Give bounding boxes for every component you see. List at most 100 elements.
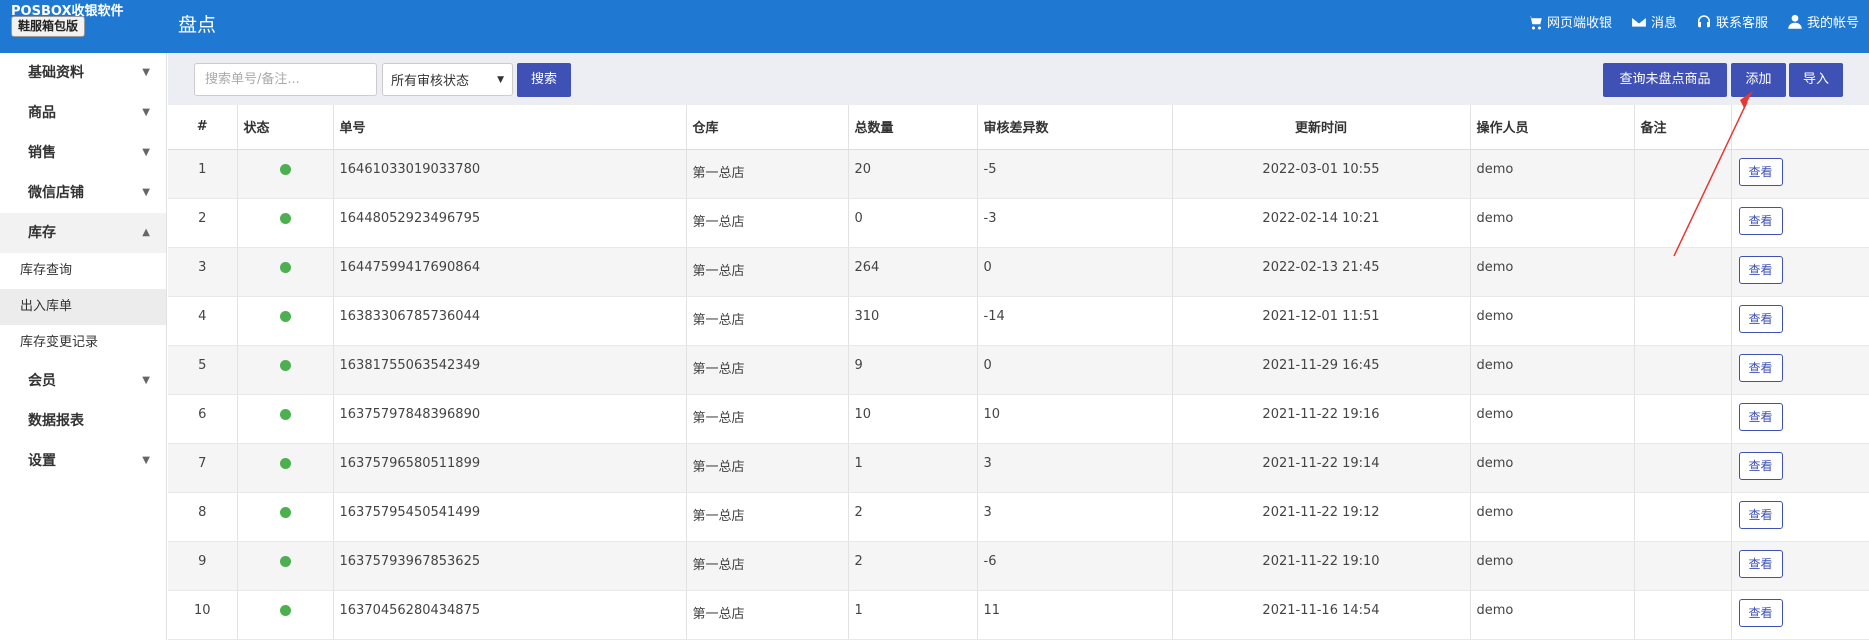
sidebar-item-sales[interactable]: 销售 ▼ [0,133,166,173]
cell-status [236,394,333,444]
cell-actions: 查看 [1730,492,1869,542]
nav-web-pos-label: 网页端收银 [1546,16,1612,31]
add-button[interactable]: 添加 [1731,63,1786,97]
cell-update-time: 2021-11-16 14:54 [1171,590,1470,640]
cell-note [1633,198,1731,248]
sidebar-subitem-stock-query[interactable]: 库存查询 [0,253,166,289]
chevron-down-icon: ▼ [142,455,150,466]
cell-note [1633,247,1731,297]
view-button[interactable]: 查看 [1738,157,1783,186]
view-button[interactable]: 查看 [1738,549,1783,578]
cell-operator: demo [1469,492,1634,542]
sidebar-subitem-stock-log[interactable]: 库存变更记录 [0,325,166,361]
status-dot-icon [279,359,291,371]
cart-icon [1528,15,1542,29]
table-row: 5 16381755063542349 第一总店 9 0 2021-11-29 16:45… [168,345,1869,395]
cell-warehouse: 第一总店 [685,492,848,542]
store-type-badge[interactable]: 鞋服箱包版 [11,16,86,37]
headset-icon [1697,14,1710,27]
cell-index: 3 [168,247,237,297]
table-row: 10 16370456280434875 第一总店 1 11 2021-11-16 14:… [168,590,1869,640]
main-content: 所有审核状态 ▼ 搜索 查询未盘点商品 添加 导入 # 状态 单号 仓库 总数量… [168,53,1869,640]
cell-update-time: 2021-11-22 19:10 [1171,541,1470,591]
view-button[interactable]: 查看 [1738,402,1783,431]
view-button[interactable]: 查看 [1738,304,1783,333]
sidebar-subitem-stock-io[interactable]: 出入库单 [0,289,166,325]
nav-web-pos[interactable]: 网页端收银 [1526,12,1612,31]
sidebar-item-settings[interactable]: 设置 ▼ [0,441,166,481]
chevron-down-icon: ▼ [142,187,150,198]
cell-index: 8 [168,492,237,542]
nav-support[interactable]: 联系客服 [1695,12,1768,31]
view-button[interactable]: 查看 [1738,500,1783,529]
col-header-index: # [168,105,237,150]
cell-actions: 查看 [1730,198,1869,248]
status-dot-icon [279,408,291,420]
cell-warehouse: 第一总店 [685,443,848,493]
top-header: POSBOX收银软件 鞋服箱包版 盘点 网页端收银 消息 联系客服 我的帐号 [0,0,1869,53]
cell-operator: demo [1469,394,1634,444]
cell-operator: demo [1469,443,1634,493]
cell-note [1633,590,1731,640]
status-dot-icon [279,261,291,273]
view-button[interactable]: 查看 [1738,451,1783,480]
cell-actions: 查看 [1730,443,1869,493]
sidebar-item-basic-data[interactable]: 基础资料 ▼ [0,53,166,93]
audit-status-select[interactable]: 所有审核状态 ▼ [382,63,513,96]
table-row: 7 16375796580511899 第一总店 1 3 2021-11-22 19:14… [168,443,1869,493]
cell-update-time: 2022-02-14 10:21 [1171,198,1470,248]
view-button[interactable]: 查看 [1738,353,1783,382]
import-button[interactable]: 导入 [1789,63,1843,97]
sidebar-item-inventory[interactable]: 库存 ▲ [0,213,166,253]
cell-actions: 查看 [1730,541,1869,591]
nav-messages[interactable]: 消息 [1630,12,1677,31]
cell-note [1633,492,1731,542]
col-header-diff: 审核差异数 [976,105,1172,150]
cell-diff: 10 [976,394,1172,444]
cell-actions: 查看 [1730,590,1869,640]
cell-update-time: 2021-11-22 19:14 [1171,443,1470,493]
cell-warehouse: 第一总店 [685,345,848,395]
user-icon [1788,14,1802,29]
table-row: 4 16383306785736044 第一总店 310 -14 2021-12-01 1… [168,296,1869,346]
cell-note [1633,345,1731,395]
search-input[interactable] [194,63,377,96]
cell-number: 16383306785736044 [332,296,686,346]
table-row: 2 16448052923496795 第一总店 0 -3 2022-02-14 10:2… [168,198,1869,248]
cell-diff: -5 [976,149,1172,199]
sidebar-item-wechat-store[interactable]: 微信店铺 ▼ [0,173,166,213]
cell-update-time: 2021-11-22 19:12 [1171,492,1470,542]
toolbar: 所有审核状态 ▼ 搜索 查询未盘点商品 添加 导入 [168,53,1869,105]
cell-actions: 查看 [1730,296,1869,346]
cell-update-time: 2021-11-29 16:45 [1171,345,1470,395]
cell-status [236,247,333,297]
sidebar-item-products[interactable]: 商品 ▼ [0,93,166,133]
status-dot-icon [279,604,291,616]
search-button[interactable]: 搜索 [517,63,571,97]
nav-account[interactable]: 我的帐号 [1786,12,1859,31]
view-button[interactable]: 查看 [1738,598,1783,627]
cell-total-qty: 20 [847,149,977,199]
view-button[interactable]: 查看 [1738,206,1783,235]
cell-number: 16375797848396890 [332,394,686,444]
cell-warehouse: 第一总店 [685,247,848,297]
nav-messages-label: 消息 [1650,16,1677,31]
cell-number: 16375793967853625 [332,541,686,591]
sidebar-item-members[interactable]: 会员 ▼ [0,361,166,401]
cell-number: 16447599417690864 [332,247,686,297]
cell-actions: 查看 [1730,345,1869,395]
cell-number: 16461033019033780 [332,149,686,199]
status-dot-icon [279,506,291,518]
cell-status [236,149,333,199]
query-uncounted-button[interactable]: 查询未盘点商品 [1603,63,1727,97]
col-header-operator: 操作人员 [1469,105,1634,150]
cell-status [236,590,333,640]
audit-status-value: 所有审核状态 [391,74,470,89]
page-title: 盘点 [178,14,217,36]
cell-warehouse: 第一总店 [685,296,848,346]
sidebar-item-label: 库存 [28,225,56,241]
view-button[interactable]: 查看 [1738,255,1783,284]
sidebar-item-reports[interactable]: 数据报表 [0,401,166,441]
cell-status [236,198,333,248]
cell-note [1633,296,1731,346]
